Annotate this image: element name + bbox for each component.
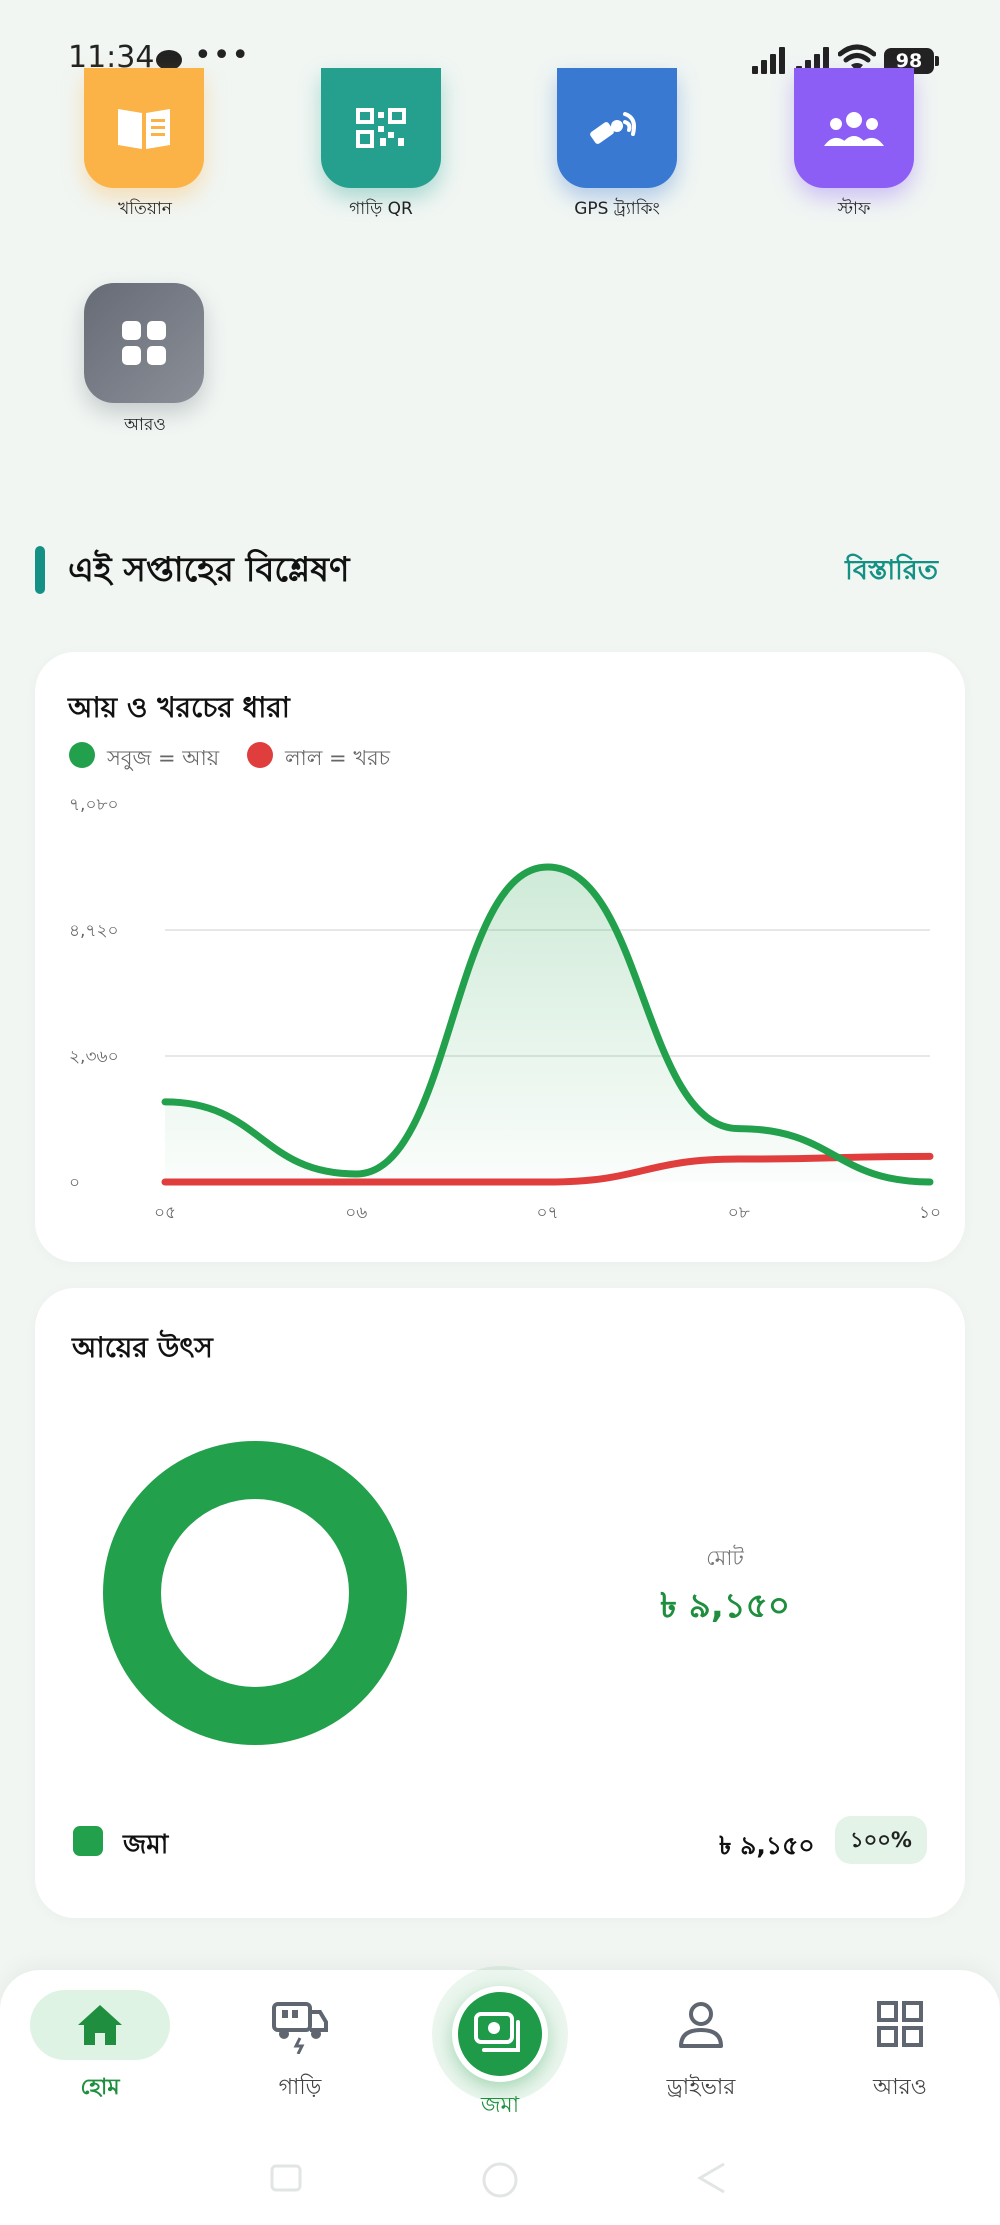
x-tick-label: ০৮	[728, 1203, 750, 1223]
nav-more-button[interactable]	[876, 2000, 924, 2048]
nav-deposit-label[interactable]: জমা	[430, 2088, 570, 2125]
driver-icon	[679, 2002, 723, 2048]
income-source-title: আয়ের উৎস	[72, 1331, 213, 1364]
tile-label-ledger: খতিয়ান	[118, 199, 172, 219]
x-tick-label: ০৫	[154, 1203, 176, 1223]
y-tick-label: ৪,৭২০	[69, 921, 119, 941]
source-color-swatch	[73, 1826, 103, 1856]
nav-vehicle-label[interactable]: গাড়ি	[230, 2070, 370, 2107]
section-accent-bar	[35, 546, 45, 594]
nav-more-label[interactable]: আরও	[830, 2070, 970, 2107]
ledger-book-icon	[118, 109, 170, 149]
income-source-card: আয়ের উৎস মোট ৳ ৯,১৫০ জমা ৳ ৯,১৫০ ১০০%	[35, 1288, 965, 1918]
x-tick-label: ০৬	[345, 1203, 367, 1223]
gps-tracking-tile[interactable]	[557, 68, 677, 188]
total-value: ৳ ৯,১৫০	[660, 1586, 790, 1626]
total-label: মোট	[706, 1546, 744, 1570]
grid-icon	[122, 321, 166, 365]
deposit-icon	[474, 2012, 520, 2052]
income-donut-chart	[103, 1441, 407, 1745]
source-amount: ৳ ৯,১৫০	[719, 1831, 815, 1860]
details-link[interactable]: বিস্তারিত	[845, 550, 938, 595]
section-title: এই সপ্তাহের বিশ্লেষণ	[68, 550, 350, 590]
satellite-icon	[590, 112, 636, 144]
vehicle-icon	[272, 2002, 328, 2055]
vehicle-qr-tile[interactable]	[321, 68, 441, 188]
x-tick-label: ০৭	[536, 1203, 558, 1223]
staff-group-icon	[824, 112, 884, 146]
nav-driver-button[interactable]	[676, 2000, 726, 2052]
back-gesture-icon[interactable]	[694, 2160, 730, 2196]
tile-label-staff: স্টাফ	[837, 199, 871, 219]
ledger-tile[interactable]	[84, 68, 204, 188]
chat-notification-icon	[156, 50, 182, 75]
recents-gesture-icon[interactable]	[268, 2160, 304, 2196]
tile-label-vehicle-qr: গাড়ি QR	[349, 199, 413, 219]
source-percent-badge: ১০০%	[835, 1816, 927, 1864]
tile-label-more: আরও	[124, 415, 166, 435]
signal-icon	[752, 46, 786, 74]
staff-tile[interactable]	[794, 68, 914, 188]
qr-code-icon	[356, 108, 406, 148]
nav-home-button[interactable]	[30, 1990, 170, 2060]
nav-vehicle-button[interactable]	[270, 1998, 330, 2058]
home-icon	[78, 2005, 122, 2045]
more-tile[interactable]	[84, 283, 204, 403]
home-gesture-icon[interactable]	[480, 2160, 520, 2200]
nav-deposit-button[interactable]	[452, 1986, 548, 2082]
more-grid-icon	[877, 2001, 923, 2047]
y-tick-label: ৭,০৮০	[69, 795, 119, 815]
x-tick-label: ১০	[919, 1203, 941, 1223]
donut-slice	[103, 1441, 407, 1745]
source-label: জমা	[123, 1830, 169, 1860]
nav-home-label[interactable]: হোম	[30, 2070, 170, 2107]
y-tick-label: ০	[69, 1173, 80, 1193]
trend-line-chart: ০ ২,৩৬০ ৪,৭২০ ৭,০৮০ ০৫ ০৬ ০৭ ০৮ ১০	[69, 795, 941, 1223]
y-tick-label: ২,৩৬০	[69, 1047, 119, 1067]
income-area-fill	[165, 867, 930, 1182]
trend-chart-card: আয় ও খরচের ধারা সবুজ = আয় লাল = খরচ ০২…	[35, 652, 965, 1262]
tile-label-gps: GPS ট্র্যাকিং	[574, 199, 660, 219]
nav-driver-label[interactable]: ড্রাইভার	[631, 2070, 771, 2107]
